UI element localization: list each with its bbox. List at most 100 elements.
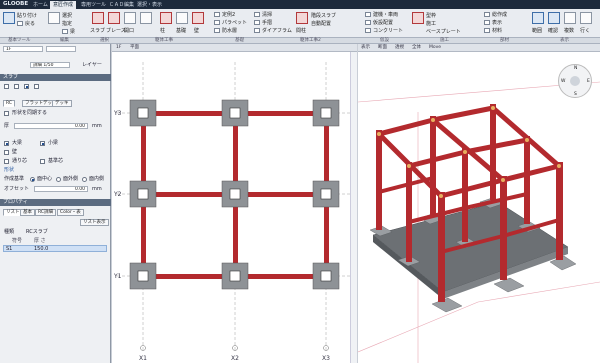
temporary-button[interactable]: 仮設配置 — [365, 20, 393, 26]
foundation-label: 基礎 — [176, 28, 187, 34]
offset-input[interactable]: 0.00 — [34, 186, 88, 192]
stud-icon[interactable] — [296, 12, 308, 24]
grid-label-y2: Y2 — [113, 191, 122, 198]
attr3-checkbox[interactable] — [4, 150, 9, 155]
multi-icon[interactable] — [564, 12, 576, 24]
tab-cad[interactable]: ＣＡＤ編集 — [106, 1, 137, 9]
wall-icon[interactable] — [192, 12, 204, 24]
plan-view[interactable]: 1F 平面 Y3 Y2 Y1 X1 X2 X3 — [112, 44, 357, 363]
slab-icon[interactable] — [92, 12, 104, 24]
clean-button[interactable]: 清掃 — [254, 12, 272, 18]
attr1-checkbox[interactable] — [4, 141, 9, 146]
construction-button[interactable]: 施工 — [426, 21, 436, 27]
prop-tab-rc[interactable]: RC詳細 — [35, 209, 57, 216]
view-icon[interactable] — [580, 12, 592, 24]
column-icon[interactable] — [160, 12, 172, 24]
table-row[interactable]: S1 150.0 — [3, 245, 107, 252]
tab-tools[interactable]: 専用ツール — [78, 1, 109, 9]
prop-tab-color[interactable]: Color・表 — [57, 209, 84, 216]
base-slab — [372, 201, 569, 293]
scale-select[interactable]: 詳細 1/50 — [30, 62, 70, 68]
grid-label-x3: X3 — [322, 355, 330, 362]
grid-label-x2: X2 — [231, 355, 239, 362]
type-label: 種類 — [4, 229, 15, 235]
stair-slab-button[interactable]: 階段スラブ — [311, 13, 336, 19]
plan-tab-plan[interactable]: 平面 — [130, 45, 139, 51]
attr5-checkbox[interactable] — [40, 159, 45, 164]
footing — [312, 99, 340, 127]
material-button[interactable]: 材料 — [484, 28, 502, 34]
select-button[interactable]: 選択 — [62, 13, 72, 19]
waterproof-button[interactable]: 防水層 — [214, 28, 237, 34]
prop-tab-basic[interactable]: 基本 — [20, 209, 35, 216]
baseplate-button[interactable]: ベースプレート — [426, 29, 461, 35]
parapet-button[interactable]: パラペット — [214, 20, 247, 26]
view-mode-field[interactable] — [46, 46, 76, 52]
attr2-checkbox[interactable] — [40, 141, 45, 146]
opening-icon[interactable] — [124, 12, 136, 24]
stud-label: 間柱 — [296, 28, 307, 34]
footing — [129, 99, 157, 127]
regular-button[interactable]: 定例2 — [214, 12, 235, 18]
list-view-button[interactable]: リスト表示 — [80, 219, 109, 226]
paste-button[interactable]: 貼り付け — [17, 13, 37, 19]
plan-scrollbar[interactable] — [350, 52, 357, 363]
circle-mode-icon[interactable] — [24, 84, 29, 89]
range-icon[interactable] — [532, 12, 544, 24]
undo-button[interactable]: 戻る — [17, 21, 35, 27]
specify-button[interactable]: 指定 — [62, 21, 72, 27]
attr2-label: 小梁 — [48, 140, 59, 146]
brace-icon[interactable] — [108, 12, 120, 24]
tab-home[interactable]: ホーム — [30, 1, 51, 9]
point-mode-icon[interactable] — [34, 84, 39, 89]
shape-label: 形状 — [4, 167, 15, 173]
opening-label: 開口 — [124, 28, 135, 34]
slab-label: スラブ — [90, 28, 106, 34]
select-icon[interactable] — [48, 12, 60, 24]
floor-slab-icon[interactable] — [140, 12, 152, 24]
slab-tab-deck[interactable]: デッキ — [52, 100, 72, 107]
concrete-button[interactable]: コンクリート — [365, 28, 403, 34]
auto-place-button[interactable]: 自動配置 — [311, 21, 331, 27]
placement-label: 作成基準 — [4, 176, 25, 182]
foundation-icon[interactable] — [176, 12, 188, 24]
sync-checkbox[interactable] — [4, 111, 9, 116]
v3d-tab-all[interactable]: 全体 — [412, 45, 421, 51]
create-all-button[interactable]: 総作成 — [484, 12, 507, 18]
floor-select[interactable]: 1F — [3, 46, 43, 52]
rail-button[interactable]: 手摺 — [254, 20, 272, 26]
tab-select[interactable]: 選択・表示 — [134, 1, 165, 9]
property-header: プロパティ — [0, 199, 111, 206]
rebar-icon[interactable] — [412, 12, 424, 24]
equipment-button[interactable]: 建機・車両 — [365, 12, 398, 18]
check-icon[interactable] — [548, 12, 560, 24]
tab-design[interactable]: 意匠作成 — [50, 1, 77, 9]
attr4-checkbox[interactable] — [4, 159, 9, 164]
beam-button[interactable]: 梁 — [62, 29, 75, 35]
formwork-button[interactable]: 型枠 — [426, 13, 436, 19]
rect-mode-icon[interactable] — [4, 84, 9, 89]
nav-compass[interactable]: N S E W — [558, 64, 592, 98]
plan-tab-floor[interactable]: 1F — [116, 45, 121, 51]
polygon-mode-icon[interactable] — [14, 84, 19, 89]
option-center-radio[interactable] — [30, 177, 35, 182]
attr4-label: 通り芯 — [12, 158, 28, 164]
diaphragm-button[interactable]: ダイアフラム — [254, 28, 292, 34]
v3d-tab-persp[interactable]: 透視 — [395, 45, 404, 51]
v3d-tab-display[interactable]: 表示 — [361, 45, 370, 51]
option-outer-radio[interactable] — [56, 177, 61, 182]
v3d-tab-section[interactable]: 断面 — [378, 45, 387, 51]
view-3d[interactable]: 表示 断面 透視 全体 Move N S E W — [358, 44, 600, 363]
app-name: GLOOBE — [3, 1, 29, 7]
layer-button[interactable]: レイヤー — [82, 62, 102, 68]
paste-icon[interactable] — [3, 12, 15, 24]
thickness-input[interactable]: 0.00 — [14, 123, 88, 129]
plan-drawing[interactable]: Y3 Y2 Y1 X1 X2 X3 — [112, 52, 357, 363]
option-inner-radio[interactable] — [82, 177, 87, 182]
display-button[interactable]: 表示 — [484, 20, 502, 26]
model-3d[interactable] — [358, 52, 600, 363]
attr5-label: 基準芯 — [48, 158, 64, 164]
compass-center-icon[interactable] — [570, 76, 580, 86]
slab-tab-rc[interactable]: RC — [3, 100, 16, 107]
v3d-tab-move[interactable]: Move — [429, 45, 441, 51]
